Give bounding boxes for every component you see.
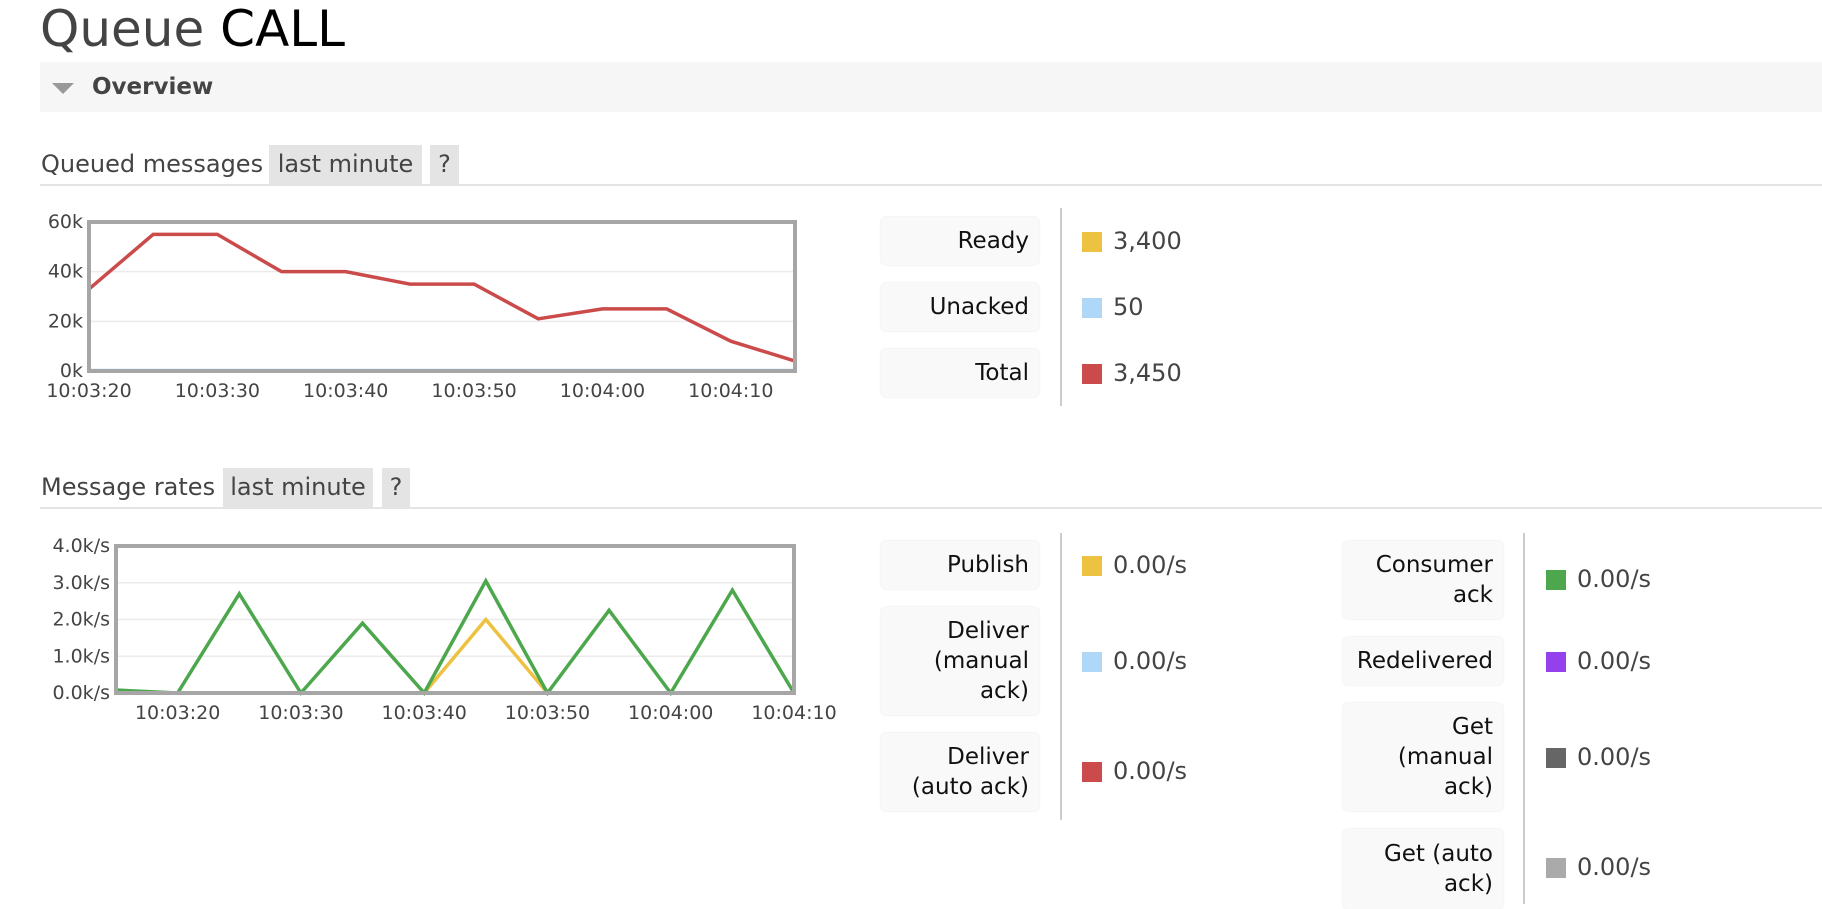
unacked-swatch-icon: [1082, 298, 1102, 318]
redelivered-swatch-icon: [1546, 652, 1566, 672]
publish-rate-value: 0.00/s: [1113, 551, 1188, 579]
legend-label-unacked: Unacked: [881, 283, 1039, 331]
ready-swatch-icon: [1082, 232, 1102, 252]
publish-swatch-icon: [1082, 556, 1102, 576]
total-value: 3,450: [1113, 359, 1182, 387]
legend-divider: [1060, 208, 1062, 406]
legend-label-total: Total: [881, 349, 1039, 397]
overview-label: Overview: [92, 74, 214, 100]
redelivered-rate-value: 0.00/s: [1577, 647, 1652, 675]
get-manual-swatch-icon: [1546, 748, 1566, 768]
get-auto-rate-value: 0.00/s: [1577, 853, 1652, 881]
deliver-manual-rate-value: 0.00/s: [1113, 647, 1188, 675]
get-auto-swatch-icon: [1546, 858, 1566, 878]
queued-messages-header: Queued messages last minute ?: [40, 145, 1822, 186]
rates-chart-x-tick-label: 10:04:00: [628, 702, 713, 724]
message-rates-heading: Message rates: [41, 473, 216, 501]
rates-chart-x-tick-label: 10:03:50: [505, 702, 590, 724]
deliver-manual-swatch-icon: [1082, 652, 1102, 672]
message-rates-chart: 0.0k/s 1.0k/s 2.0k/s 3.0k/s 4.0k/s 10:03:20 10…: [52, 535, 836, 724]
rates-chart-series-consumer-ack: [115, 577, 796, 697]
queued-chart-y-tick-label: 40k: [48, 261, 83, 283]
queued-messages-heading: Queued messages: [41, 150, 264, 178]
rates-help-button[interactable]: ?: [382, 468, 410, 507]
rates-chart-x-tick-label: 10:03:40: [382, 702, 467, 724]
rates-chart-y-tick-label: 2.0k/s: [52, 609, 110, 631]
rates-range-selector[interactable]: last minute: [223, 468, 373, 507]
legend-divider: [1523, 533, 1525, 904]
unacked-value: 50: [1113, 293, 1144, 321]
legend-label-get-manual-ack: Get (manual ack): [1343, 703, 1503, 811]
collapse-triangle-icon: [52, 83, 74, 94]
legend-label-deliver-manual-ack: Deliver (manual ack): [881, 607, 1039, 715]
ready-value: 3,400: [1113, 227, 1182, 255]
queued-help-button[interactable]: ?: [430, 145, 459, 184]
queued-chart-x-tick-label: 10:04:00: [560, 380, 645, 402]
rates-chart-x-tick-label: 10:03:20: [135, 702, 220, 724]
queued-chart-y-tick-label: 20k: [48, 310, 83, 332]
queued-chart-x-tick-label: 10:04:10: [688, 380, 773, 402]
rates-chart-x-tick-label: 10:04:10: [751, 702, 836, 724]
consumer-ack-swatch-icon: [1546, 570, 1566, 590]
queued-chart-x-tick-label: 10:03:50: [431, 380, 516, 402]
message-rates-header: Message rates last minute ?: [40, 468, 1822, 509]
consumer-ack-rate-value: 0.00/s: [1577, 565, 1652, 593]
legend-label-redelivered: Redelivered: [1343, 637, 1503, 685]
rates-chart-y-tick-label: 3.0k/s: [52, 572, 110, 594]
overview-section-toggle[interactable]: Overview: [40, 62, 1822, 112]
queued-chart-series-total: [87, 232, 796, 363]
get-manual-rate-value: 0.00/s: [1577, 743, 1652, 771]
rates-chart-y-tick-label: 0.0k/s: [52, 682, 110, 704]
legend-label-publish: Publish: [881, 541, 1039, 589]
queued-chart-x-tick-label: 10:03:30: [175, 380, 260, 402]
legend-label-consumer-ack: Consumer ack: [1343, 541, 1503, 619]
total-swatch-icon: [1082, 364, 1102, 384]
deliver-auto-swatch-icon: [1082, 762, 1102, 782]
rates-chart-x-tick-label: 10:03:30: [258, 702, 343, 724]
queue-name: CALL: [220, 0, 346, 58]
queued-chart-y-tick-label: 0k: [60, 360, 83, 382]
title-prefix: Queue: [40, 0, 205, 58]
legend-label-ready: Ready: [881, 217, 1039, 265]
queued-chart-x-tick-label: 10:03:20: [46, 380, 131, 402]
queued-messages-chart: 0k 20k 40k 60k 10:03:20 10:03:30 10:03:40 10:03…: [46, 211, 797, 402]
rates-chart-y-tick-label: 1.0k/s: [52, 645, 110, 667]
deliver-auto-rate-value: 0.00/s: [1113, 757, 1188, 785]
queued-chart-plot-frame: [87, 220, 797, 373]
rates-chart-y-tick-label: 4.0k/s: [52, 535, 110, 557]
queued-chart-x-tick-label: 10:03:40: [303, 380, 388, 402]
queued-chart-y-tick-label: 60k: [48, 211, 83, 233]
legend-label-get-auto-ack: Get (auto ack): [1343, 829, 1503, 909]
legend-divider: [1060, 533, 1062, 820]
queued-range-selector[interactable]: last minute: [269, 145, 422, 184]
legend-label-deliver-auto-ack: Deliver (auto ack): [881, 733, 1039, 811]
page-title: Queue CALL: [40, 0, 345, 62]
